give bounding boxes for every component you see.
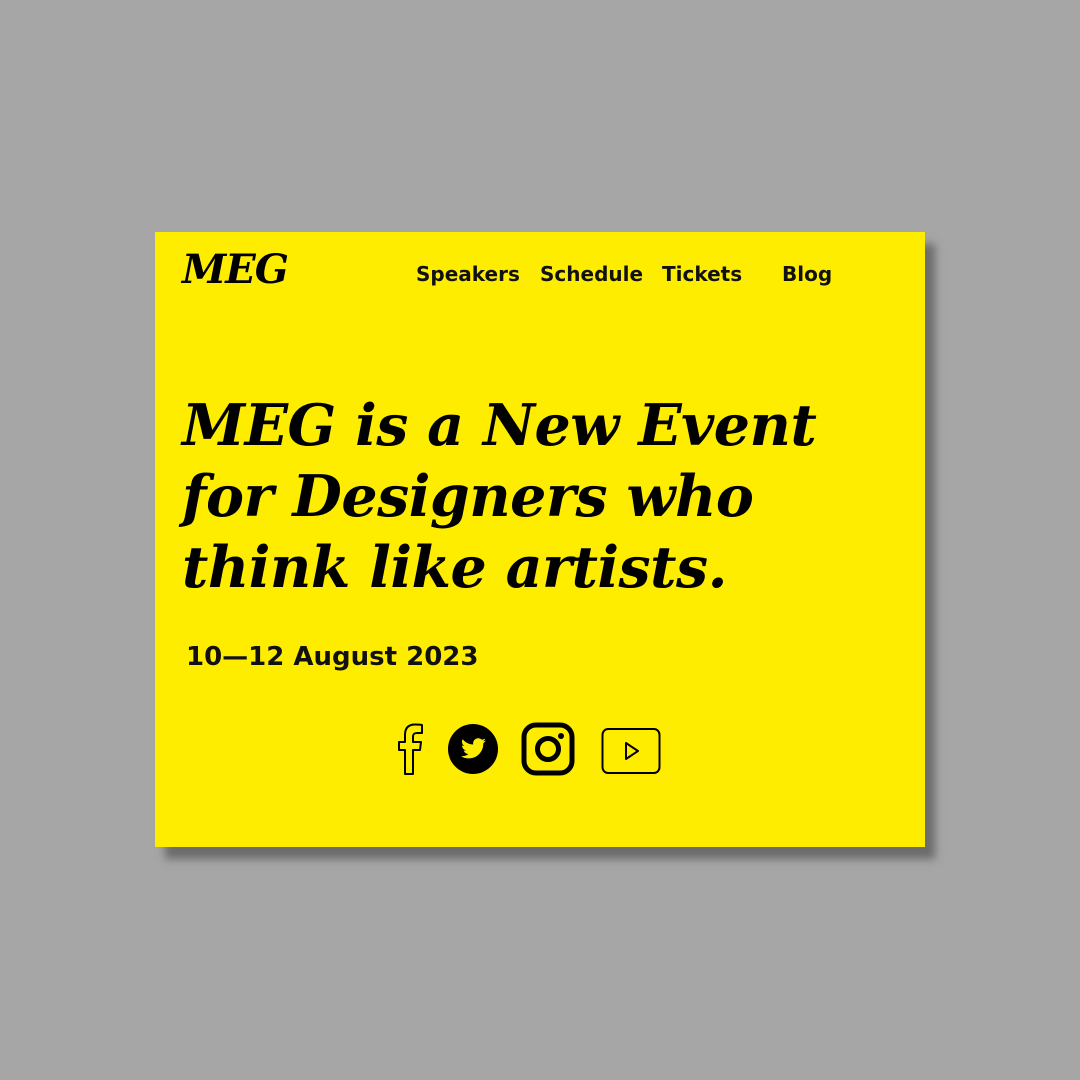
main-nav: Speakers Schedule Tickets Blog — [155, 262, 925, 292]
youtube-icon[interactable] — [600, 726, 662, 776]
hero-card: MEG Speakers Schedule Tickets Blog MEG i… — [155, 232, 925, 847]
nav-blog[interactable]: Blog — [782, 262, 832, 286]
headline-line-3: think like artists. — [182, 534, 727, 601]
nav-schedule[interactable]: Schedule — [540, 262, 643, 286]
social-links — [395, 720, 675, 780]
headline-line-1: MEG is a New Event — [182, 392, 817, 459]
hero-headline: MEG is a New Event for Designers who thi… — [182, 390, 912, 603]
facebook-icon[interactable] — [395, 722, 425, 776]
event-date: 10—12 August 2023 — [186, 642, 479, 672]
headline-line-2: for Designers who — [182, 463, 754, 530]
twitter-icon[interactable] — [447, 723, 499, 775]
nav-tickets[interactable]: Tickets — [662, 262, 742, 286]
instagram-icon[interactable] — [521, 722, 575, 776]
nav-speakers[interactable]: Speakers — [416, 262, 520, 286]
